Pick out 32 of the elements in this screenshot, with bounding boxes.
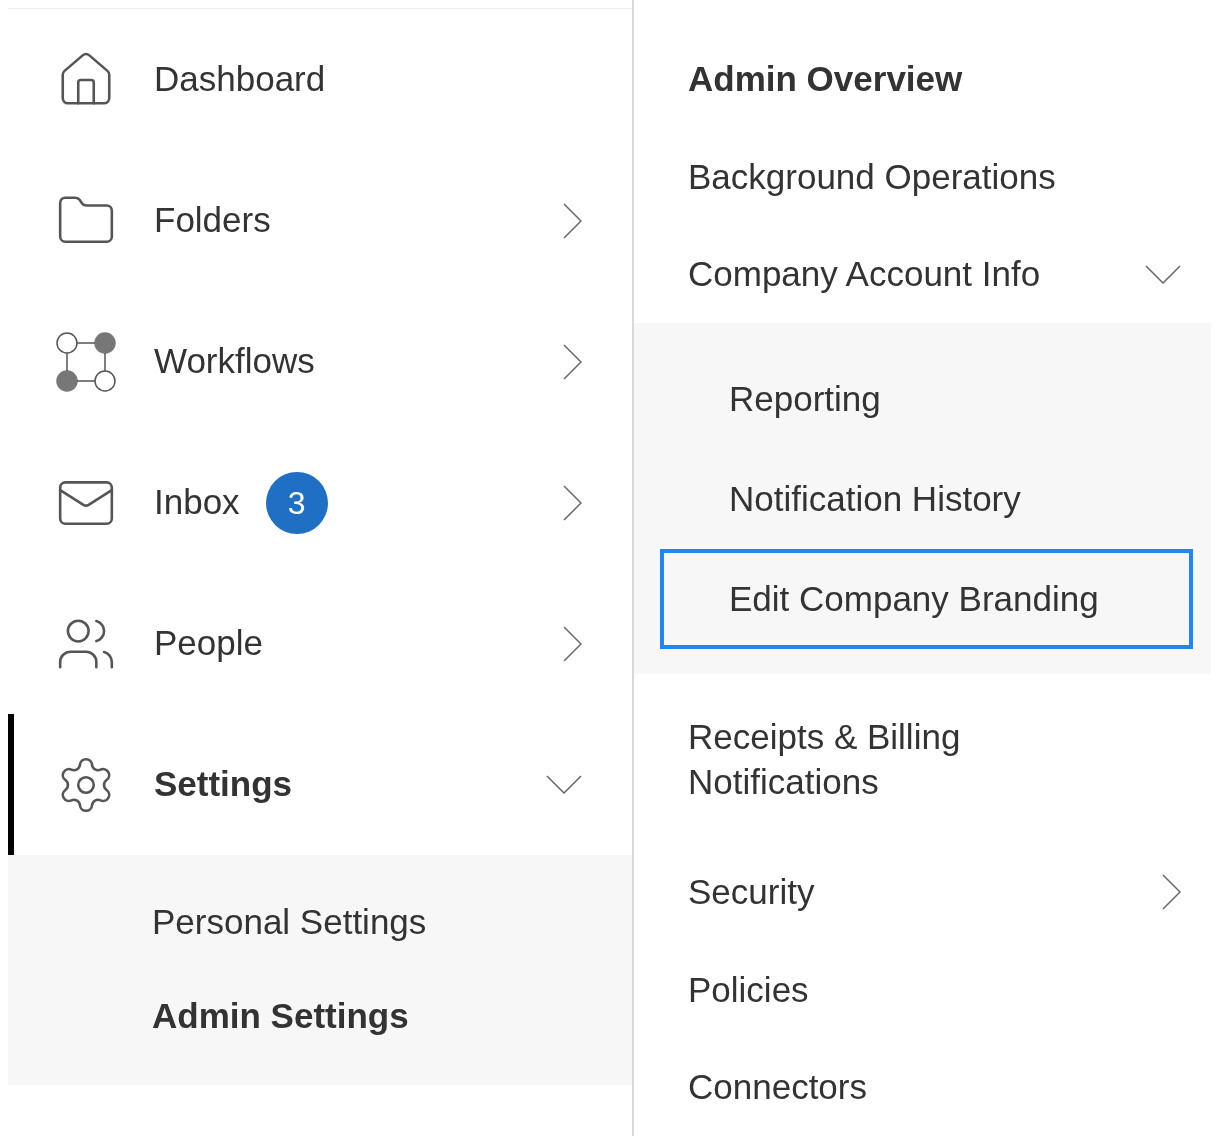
nav-item[interactable]: People	[8, 573, 632, 714]
menu-item[interactable]: Background Operations	[634, 128, 1211, 226]
nav-label: People	[154, 622, 263, 665]
workflow-icon	[55, 330, 117, 393]
nav-label: Dashboard	[154, 58, 326, 101]
menu-label: Policies	[688, 968, 809, 1011]
nav-item[interactable]: Dashboard	[8, 9, 632, 150]
submenu-item[interactable]: Edit Company Branding	[660, 549, 1193, 650]
menu-label: Receipts & Billing Notifications	[688, 716, 962, 803]
nav-label: Settings	[154, 763, 293, 806]
nav-item[interactable]: Workflows	[8, 291, 632, 432]
menu-label: Connectors	[688, 1066, 867, 1108]
nav-item[interactable]: Inbox 3	[8, 432, 632, 573]
menu-item[interactable]: Admin Overview	[634, 31, 1211, 129]
menu-label: Company Account Info	[688, 253, 1041, 296]
menu-item[interactable]: Receipts & Billing Notifications	[634, 674, 1211, 844]
submenu-item[interactable]: Admin Settings	[8, 969, 632, 1063]
submenu-item[interactable]: Personal Settings	[8, 875, 632, 969]
nav-label: Inbox	[154, 481, 240, 524]
menu-item[interactable]: Connectors	[634, 1038, 1211, 1136]
count-badge: 3	[265, 471, 328, 534]
submenu-item[interactable]: Reporting	[660, 349, 1193, 450]
submenu-item[interactable]: Notification History	[660, 449, 1193, 550]
menu-label: Security	[688, 871, 815, 914]
menu-label: Background Operations	[688, 155, 1056, 198]
menu-item[interactable]: Company Account Info	[634, 225, 1211, 324]
menu-label: Admin Overview	[688, 58, 963, 101]
nav-item[interactable]: Folders	[8, 150, 632, 291]
nav-label: Folders	[154, 199, 271, 242]
menu-item[interactable]: Security	[634, 843, 1211, 942]
nav-label: Workflows	[154, 340, 315, 383]
menu-item[interactable]: Policies	[634, 941, 1211, 1039]
